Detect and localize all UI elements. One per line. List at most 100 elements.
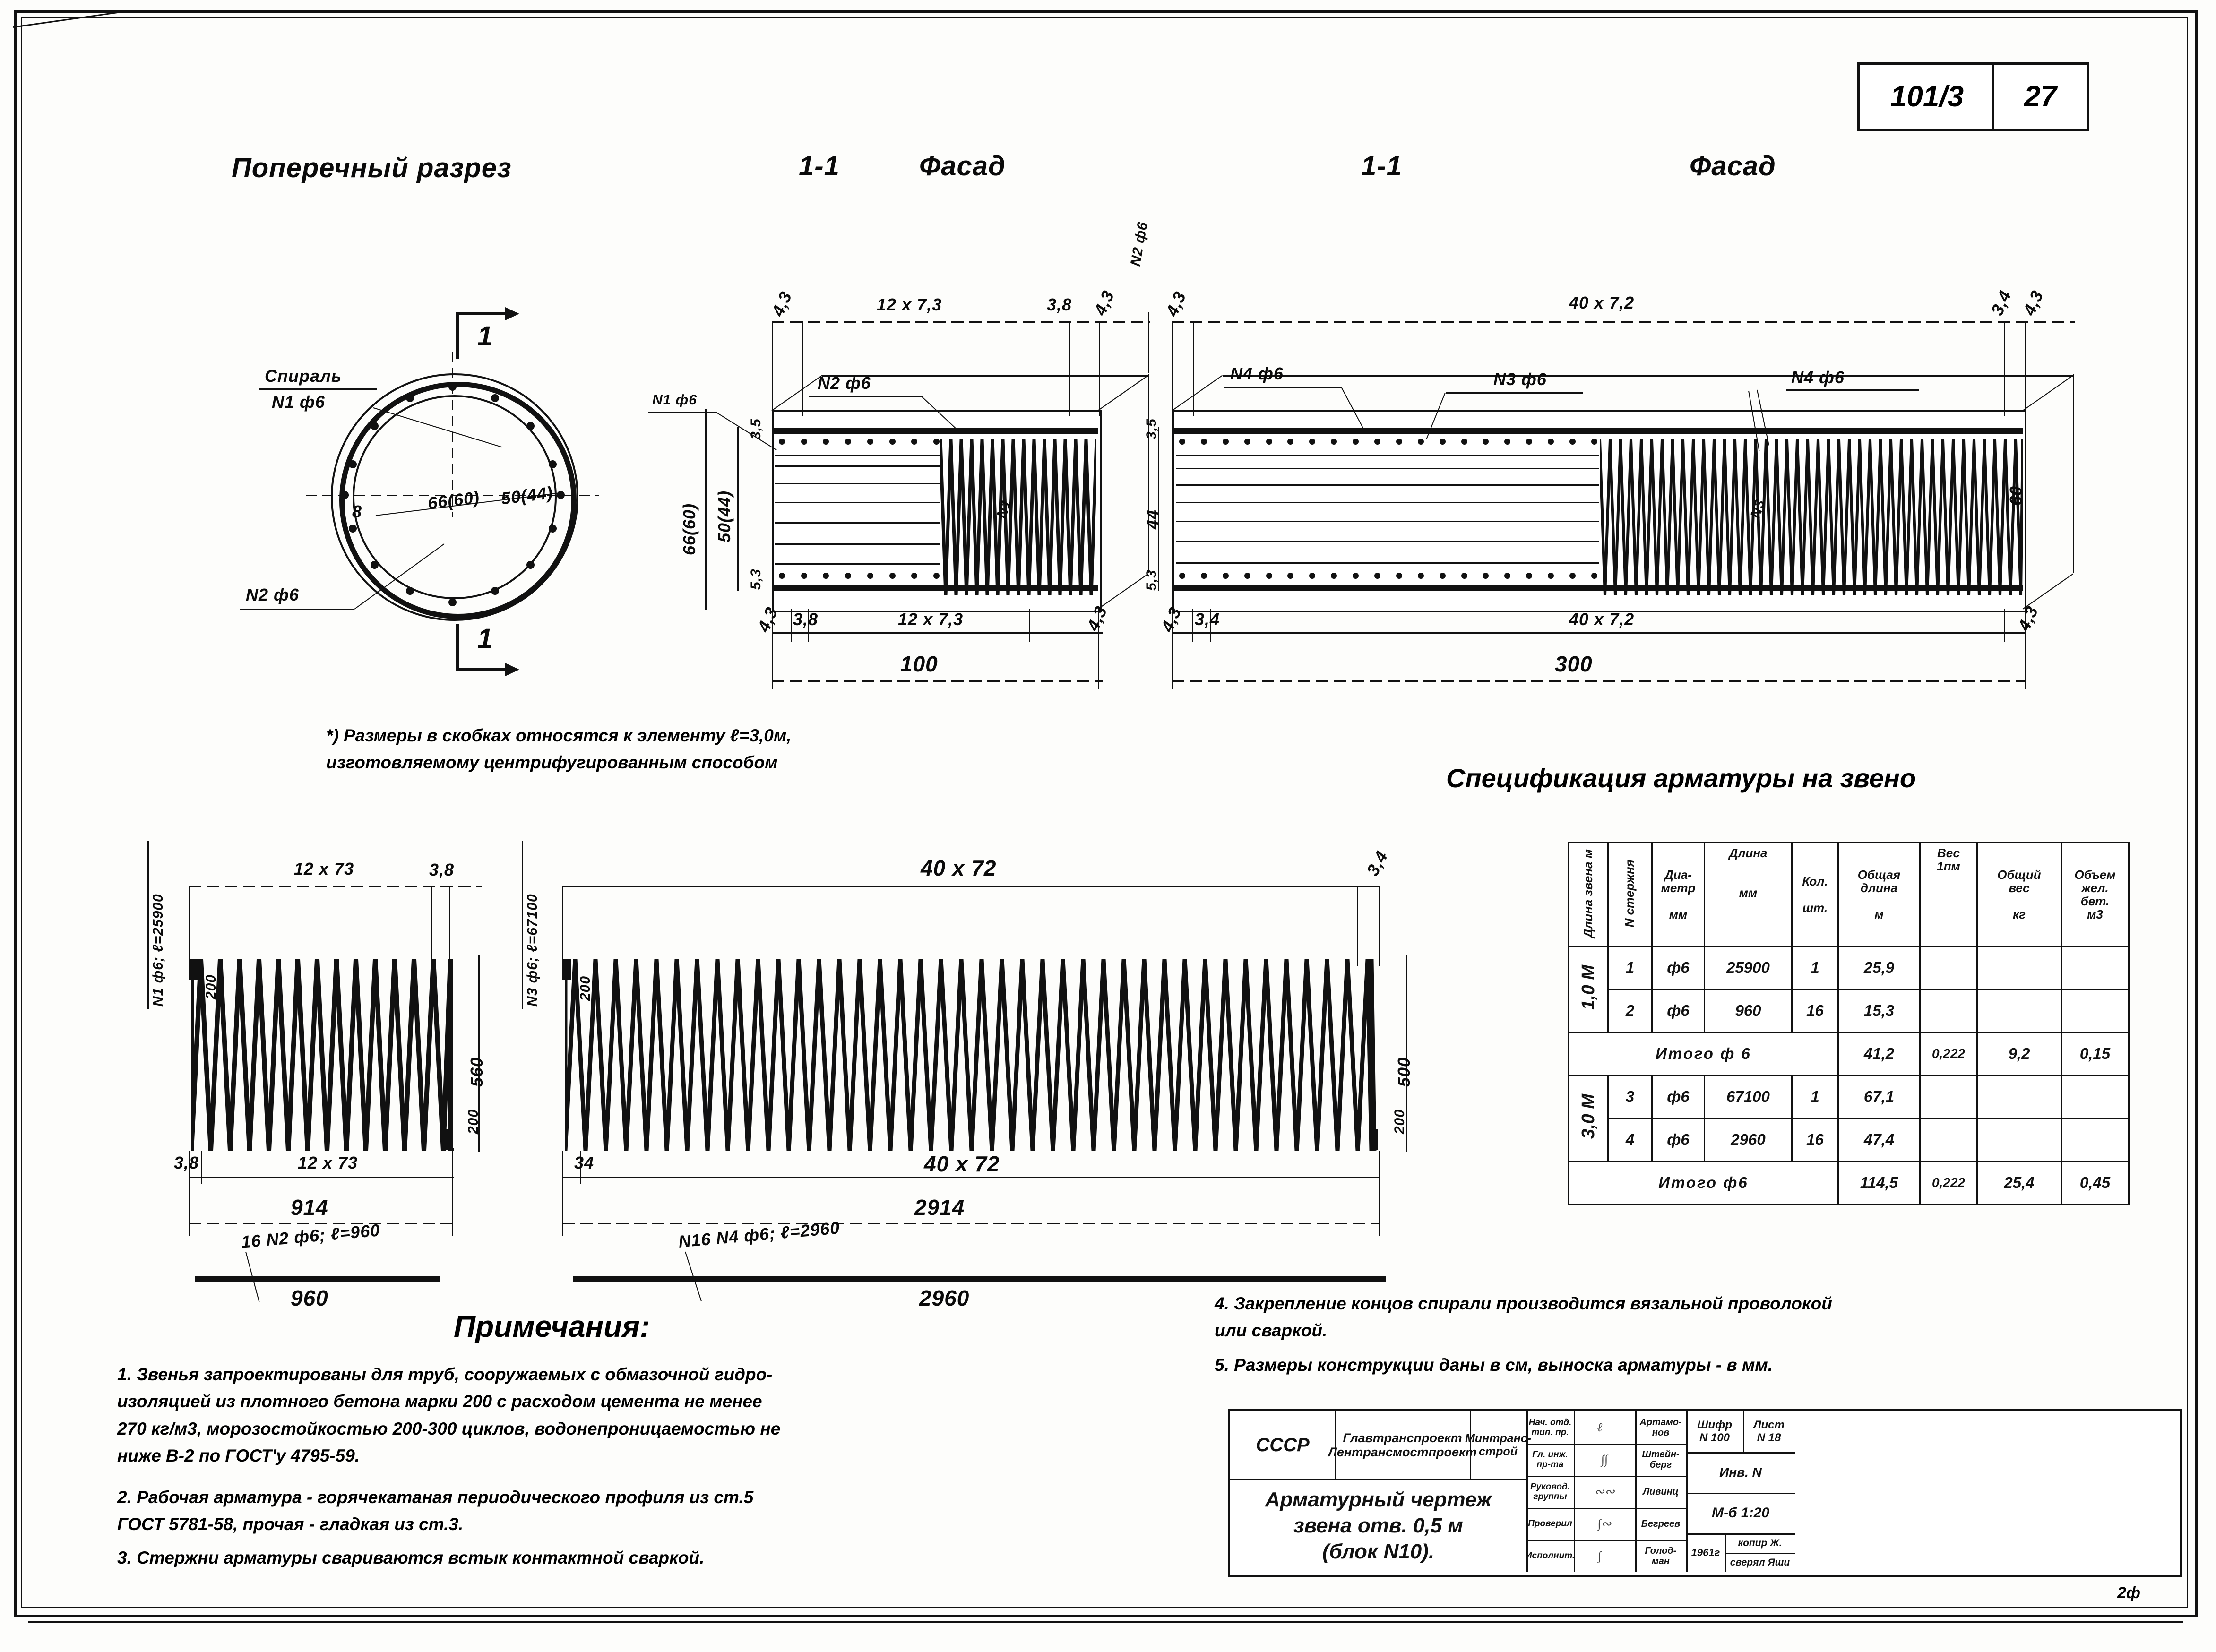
bar-end-row-top: [1179, 439, 1597, 445]
drawing-code-value: 101/3: [1890, 80, 1964, 113]
dim-line-total-3m: [1172, 680, 2025, 682]
spiral-1-dim-total-line: [189, 1223, 454, 1224]
spiral-detail-1-mark: N1 ф6; ℓ=25900: [150, 894, 166, 1007]
spec-header-2: Диа- метр мм: [1651, 842, 1705, 947]
title-block: СССР Главтранспроект Лентрансмостпроект …: [1228, 1409, 2182, 1577]
label-bar-3m-2-underline: [1786, 389, 1919, 391]
heading-section-mark-2: 1-1: [1361, 151, 1402, 181]
spec-header-8: Объем жел. бет. м3: [2061, 842, 2130, 947]
title-block-scale: М-б 1:20: [1686, 1493, 1795, 1535]
spiral-1-end-right: [444, 1129, 453, 1150]
bar-dot: [526, 561, 535, 569]
dim-ext: [449, 886, 450, 966]
dim-ext: [189, 886, 190, 966]
label-bar-3m-0: N4 ф6: [1230, 364, 1284, 383]
role-label-2: Руковод. группы: [1526, 1476, 1575, 1509]
longitudinal-bar: [1176, 468, 1599, 469]
spec-header-5: Общая длина м: [1837, 842, 1921, 947]
spiral-2-dim-bottom-0: 34: [574, 1153, 595, 1172]
spec-cell-diameter: ф6: [1651, 1075, 1705, 1119]
spec-total-weight-per-m: 0,222: [1919, 1161, 1978, 1205]
spec-cell-total-length: 47,4: [1837, 1118, 1921, 1162]
spec-cell-count: 1: [1791, 946, 1839, 990]
spec-total-label: Итого ф 6: [1568, 1032, 1839, 1076]
bar-detail-2-bar: [573, 1276, 1386, 1282]
longitudinal-bar: [775, 483, 940, 484]
section-cut-label-top: 1: [477, 321, 493, 352]
dim-3m-total: 300: [1555, 652, 1593, 676]
org-line-2: Лентрансмостпроект: [1328, 1445, 1477, 1459]
spec-cell-diameter: ф6: [1651, 946, 1705, 990]
longitudinal-bar: [1176, 541, 1599, 542]
note-item-1: 1. Звенья запроектированы для труб, соор…: [117, 1365, 781, 1466]
label-bar-n2-underline: [240, 609, 354, 610]
role-name-4: Голод- ман: [1635, 1540, 1688, 1572]
dim-1m-left-1: 5,3: [748, 568, 764, 590]
dim-ext: [2004, 609, 2005, 642]
spec-table-total-row: Итого ф 6 41,2 0,222 9,2 0,15: [1568, 1032, 2130, 1076]
dim-ext: [1192, 609, 1193, 642]
dim-1m-total: 100: [900, 652, 938, 676]
spec-cell-length: 25900: [1704, 946, 1793, 990]
dim-line-top-1m: [772, 321, 1150, 323]
spec-cell-count: 1: [1791, 1075, 1839, 1119]
dim-ext: [201, 1151, 202, 1184]
spiral-detail-1-zigzag: [191, 959, 454, 1151]
spec-table: Длина звена м N стержня Диа- метр мм Дли…: [1568, 842, 2130, 1205]
spec-cell-volume: [2061, 946, 2130, 990]
spec-cell-length: 67100: [1704, 1075, 1793, 1119]
spiral-1-total: 914: [291, 1195, 328, 1220]
dim-ext: [772, 321, 773, 416]
spiral-2-dim-top: [562, 886, 1380, 887]
role-signature-4: ∫⃝: [1574, 1540, 1637, 1572]
spiral-2-end-left-dim: 200: [578, 975, 593, 1001]
spec-total-length: 41,2: [1837, 1032, 1921, 1076]
longitudinal-bar: [1176, 502, 1599, 503]
label-spiral: Спираль: [265, 366, 342, 386]
spiral-detail-2-mark: N3 ф6; ℓ=67100: [525, 894, 540, 1007]
spec-table-row: 2 ф6 960 16 15,3: [1569, 989, 2130, 1033]
dim-ext: [2004, 321, 2005, 416]
dim-line-bottom-1m: [772, 632, 1103, 634]
spec-cell-diameter: ф6: [1651, 1118, 1705, 1162]
spiral-2-end-left: [562, 959, 571, 980]
label-bar-3m-2: N4 ф6: [1791, 368, 1845, 387]
label-bar-n1-1m: N1 ф6: [652, 392, 697, 408]
label-spiral-underline: [259, 388, 377, 390]
spec-total-volume: 0,15: [2061, 1032, 2130, 1076]
bar-end-row-bottom: [779, 573, 940, 579]
ministry-line-2: строй: [1479, 1445, 1518, 1458]
sheet-number-box: 27: [1992, 62, 2089, 131]
bar-dot: [448, 598, 457, 606]
label-bar-n2-callout-1m: N2 ф6: [818, 373, 871, 393]
spec-table-row: 1,0 М 1 ф6 25900 1 25,9: [1568, 946, 2130, 1033]
longitudinal-bar: [775, 543, 940, 545]
spec-cell-no: 4: [1607, 1118, 1653, 1162]
drawing-title-line-1: Арматурный чертеж: [1265, 1488, 1492, 1511]
dim-ext: [1193, 321, 1194, 416]
spiral-2-height-dim: [1406, 955, 1407, 1152]
spiral-zigzag-1m: [940, 439, 1096, 595]
title-block-drawing-title: Арматурный чертеж звена отв. 0,5 м (блок…: [1230, 1479, 1528, 1572]
dim-ext: [562, 886, 563, 966]
bottom-rule: [28, 1621, 2183, 1623]
bar-dot: [549, 460, 557, 468]
spec-table-header-row: Длина звена м N стержня Диа- метр мм Дли…: [1568, 842, 2130, 947]
dim-height-outer-1m: [705, 409, 707, 610]
spiral-1-end-left: [189, 959, 198, 980]
iso-edge-vertical: [1148, 374, 1149, 573]
bar-dot: [526, 422, 535, 430]
spiral-2-dim-top-0: 40 x 72: [921, 856, 997, 880]
role-signature-0: ℓ⃝: [1574, 1411, 1637, 1445]
dim-3m-bottom-2: 40 x 7,2: [1569, 610, 1635, 629]
label-spiral-bar: N1 ф6: [272, 392, 325, 412]
role-label-4: Исполнит.: [1526, 1540, 1575, 1572]
spec-cell-total-weight: [1976, 989, 2062, 1033]
label-bar-3m-1: N3 ф6: [1493, 370, 1547, 389]
spiral-2-dim-bottom-1: 40 x 72: [924, 1152, 1000, 1176]
spiral-1-dim-bottom-1: 12 x 73: [298, 1153, 358, 1172]
bar-dot: [406, 587, 414, 595]
label-bar-n2-underline-1m: [809, 396, 923, 397]
dim-line-bottom-3m: [1172, 632, 2025, 634]
note-item-5: 5. Размеры конструкции даны в см, выноск…: [1215, 1355, 1773, 1375]
